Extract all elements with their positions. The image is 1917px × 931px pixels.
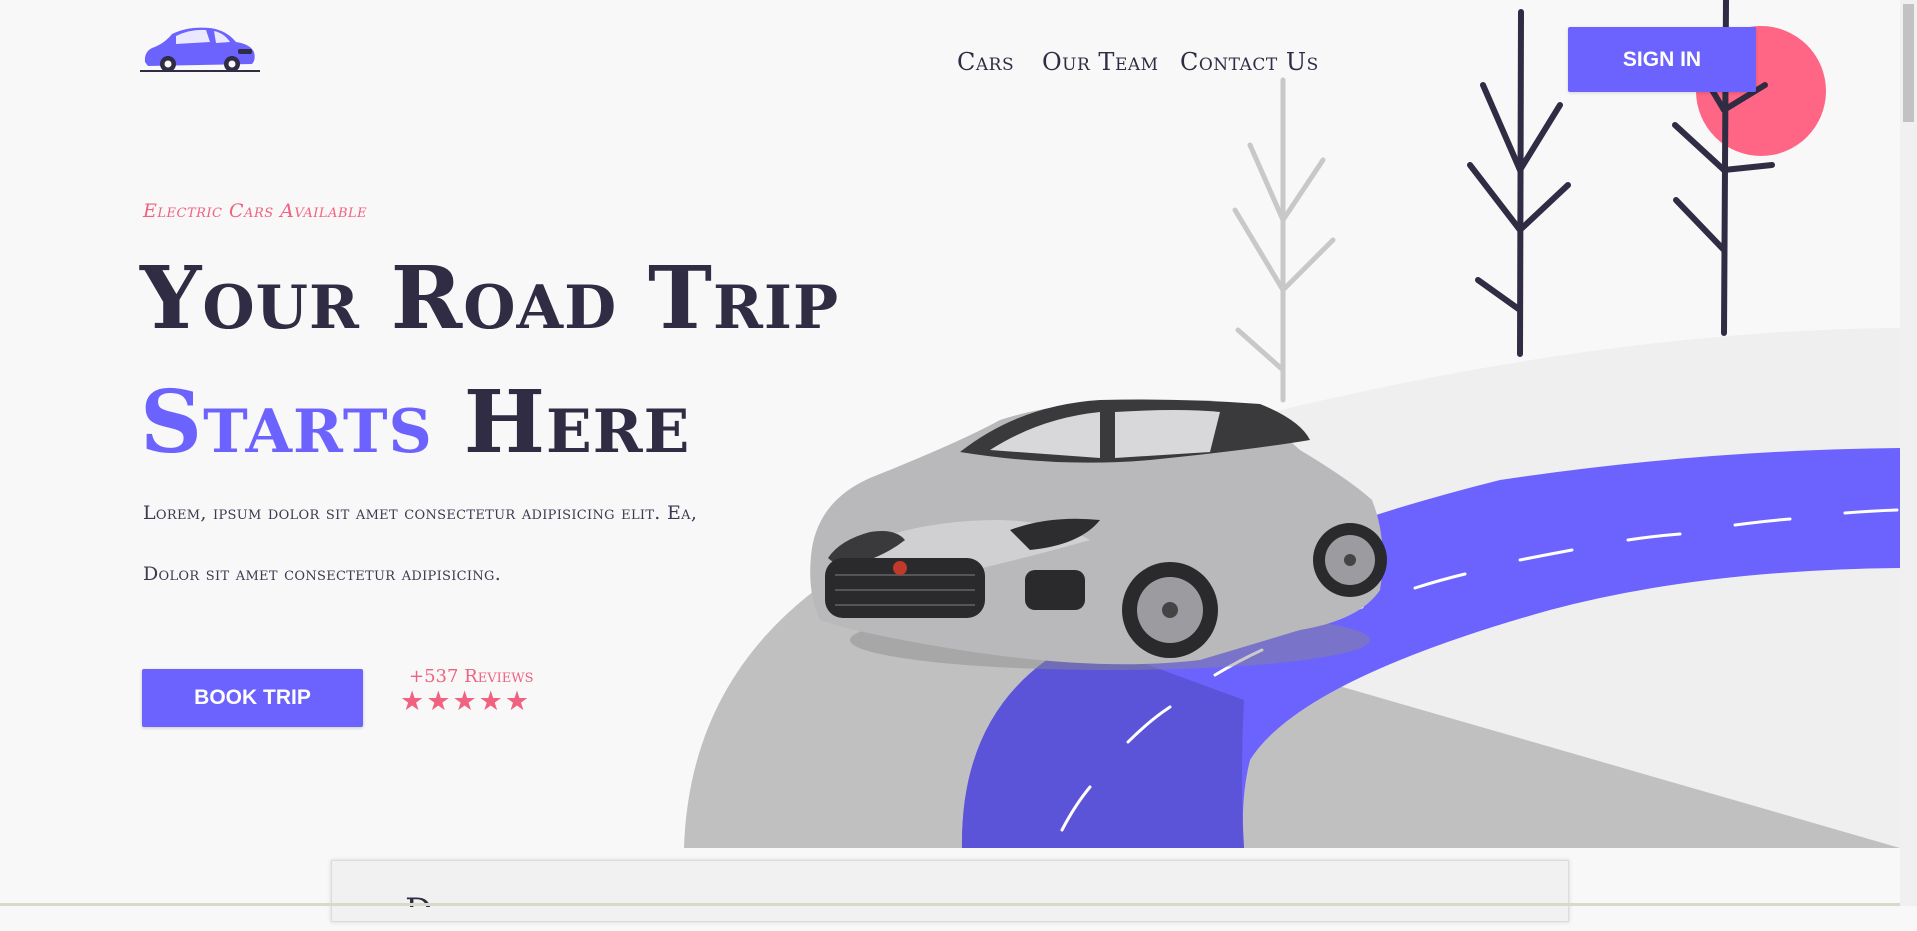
nav-link-our-team[interactable]: Our Team (1042, 48, 1159, 76)
hero-tagline: Electric Cars Available (143, 200, 368, 222)
star-icon: ★ (504, 686, 530, 717)
hero-description-line1: Lorem, ipsum dolor sit amet consectetur … (143, 502, 698, 524)
hero-title-rest: Here (432, 372, 691, 473)
star-icon: ★ (452, 686, 477, 717)
nav-link-contact-us[interactable]: Contact Us (1180, 48, 1319, 76)
car-logo-icon[interactable] (140, 24, 260, 74)
tree-light (1232, 77, 1336, 403)
hero-description-line2: Dolor sit amet consectetur adipisicing. (143, 563, 502, 585)
star-icon: ★ (426, 686, 451, 717)
star-icon: ★ (478, 686, 503, 717)
star-icon: ★ (400, 686, 425, 717)
hero-title-line2: Starts Here (140, 372, 690, 473)
reviews-count: +537 Reviews (409, 666, 534, 687)
nav-link-cars[interactable]: Cars (957, 48, 1014, 76)
tree-dark-1 (1467, 9, 1571, 357)
next-section-card (331, 860, 1569, 922)
sports-car (810, 399, 1387, 670)
rating-stars: ★ ★ ★ ★ ★ (400, 687, 529, 717)
scrollbar-thumb[interactable] (1903, 4, 1914, 122)
sign-in-button[interactable]: SIGN IN (1568, 27, 1756, 92)
hero-title-line1: Your Road Trip (140, 248, 840, 349)
book-trip-button[interactable]: BOOK TRIP (142, 669, 363, 727)
page-scrollbar[interactable] (1900, 0, 1917, 906)
hero-title-accent: Starts (140, 372, 433, 473)
